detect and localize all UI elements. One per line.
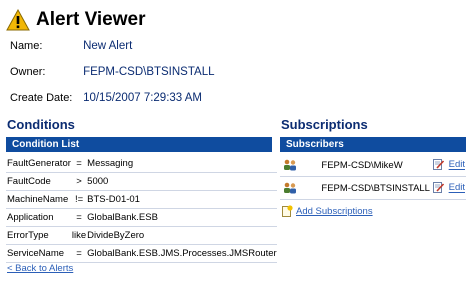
condition-value: 5000 xyxy=(86,172,277,191)
condition-name: ErrorType xyxy=(6,226,71,245)
condition-operator: like xyxy=(70,226,87,245)
add-document-icon xyxy=(282,205,293,217)
table-row: Application = GlobalBank.ESB xyxy=(6,208,277,227)
add-subscriptions[interactable]: Add Subscriptions xyxy=(282,205,373,217)
subscribers-header: Subscribers xyxy=(280,137,466,152)
conditions-title: Conditions xyxy=(7,117,75,132)
condition-operator: != xyxy=(70,190,87,209)
condition-name: ServiceName xyxy=(6,244,71,263)
edit-icon[interactable] xyxy=(432,159,444,171)
table-row: ErrorType like DivideByZero xyxy=(6,226,277,245)
condition-operator: = xyxy=(70,244,87,263)
name-value: New Alert xyxy=(83,40,133,52)
condition-value: DivideByZero xyxy=(86,226,277,245)
condition-list-header: Condition List xyxy=(6,137,272,152)
condition-name: Application xyxy=(6,208,71,227)
subscriptions-title: Subscriptions xyxy=(281,117,368,132)
edit-icon[interactable] xyxy=(432,182,444,194)
condition-name: MachineName xyxy=(6,190,71,209)
people-icon xyxy=(284,159,296,171)
edit-subscriber-link[interactable]: Edit xyxy=(449,183,465,194)
create-date-row: Create Date: 10/15/2007 7:29:33 AM xyxy=(10,92,202,104)
warning-icon xyxy=(6,9,30,31)
edit-subscriber-link[interactable]: Edit xyxy=(449,160,465,171)
owner-label: Owner: xyxy=(10,66,46,78)
create-date-label: Create Date: xyxy=(10,92,73,104)
condition-name: FaultCode xyxy=(6,172,71,191)
condition-value: BTS-D01-01 xyxy=(86,190,277,209)
back-to-alerts-link[interactable]: < Back to Alerts xyxy=(7,263,73,274)
condition-value: GlobalBank.ESB xyxy=(86,208,277,227)
condition-operator: = xyxy=(70,155,87,173)
table-row: FaultGenerator = Messaging xyxy=(6,155,277,173)
condition-table: FaultGenerator = Messaging FaultCode > 5… xyxy=(6,155,277,263)
add-subscriptions-link[interactable]: Add Subscriptions xyxy=(296,206,373,217)
subscriber-name: FEPM-CSD\MikeW xyxy=(320,154,431,177)
condition-name: FaultGenerator xyxy=(6,155,71,173)
table-row: FaultCode > 5000 xyxy=(6,172,277,191)
table-row: FEPM-CSD\BTSINSTALL Edit xyxy=(280,176,466,200)
people-icon xyxy=(284,182,296,194)
table-row: ServiceName = GlobalBank.ESB.JMS.Process… xyxy=(6,244,277,263)
owner-row: Owner: FEPM-CSD\BTSINSTALL xyxy=(10,66,214,78)
condition-value: GlobalBank.ESB.JMS.Processes.JMSRouter xyxy=(86,244,277,263)
create-date-value: 10/15/2007 7:29:33 AM xyxy=(83,92,202,104)
owner-value: FEPM-CSD\BTSINSTALL xyxy=(83,66,215,78)
table-row: MachineName != BTS-D01-01 xyxy=(6,190,277,209)
subscriber-table: FEPM-CSD\MikeW Edit FEPM-CSD\BTSINSTALL … xyxy=(280,154,466,200)
subscriber-name: FEPM-CSD\BTSINSTALL xyxy=(320,176,431,200)
condition-value: Messaging xyxy=(86,155,277,173)
table-row: FEPM-CSD\MikeW Edit xyxy=(280,154,466,177)
condition-operator: = xyxy=(70,208,87,227)
name-label: Name: xyxy=(10,40,43,52)
page-title: Alert Viewer xyxy=(36,9,146,30)
condition-operator: > xyxy=(70,172,87,191)
name-row: Name: New Alert xyxy=(10,40,132,52)
page-header: Alert Viewer xyxy=(6,6,145,34)
